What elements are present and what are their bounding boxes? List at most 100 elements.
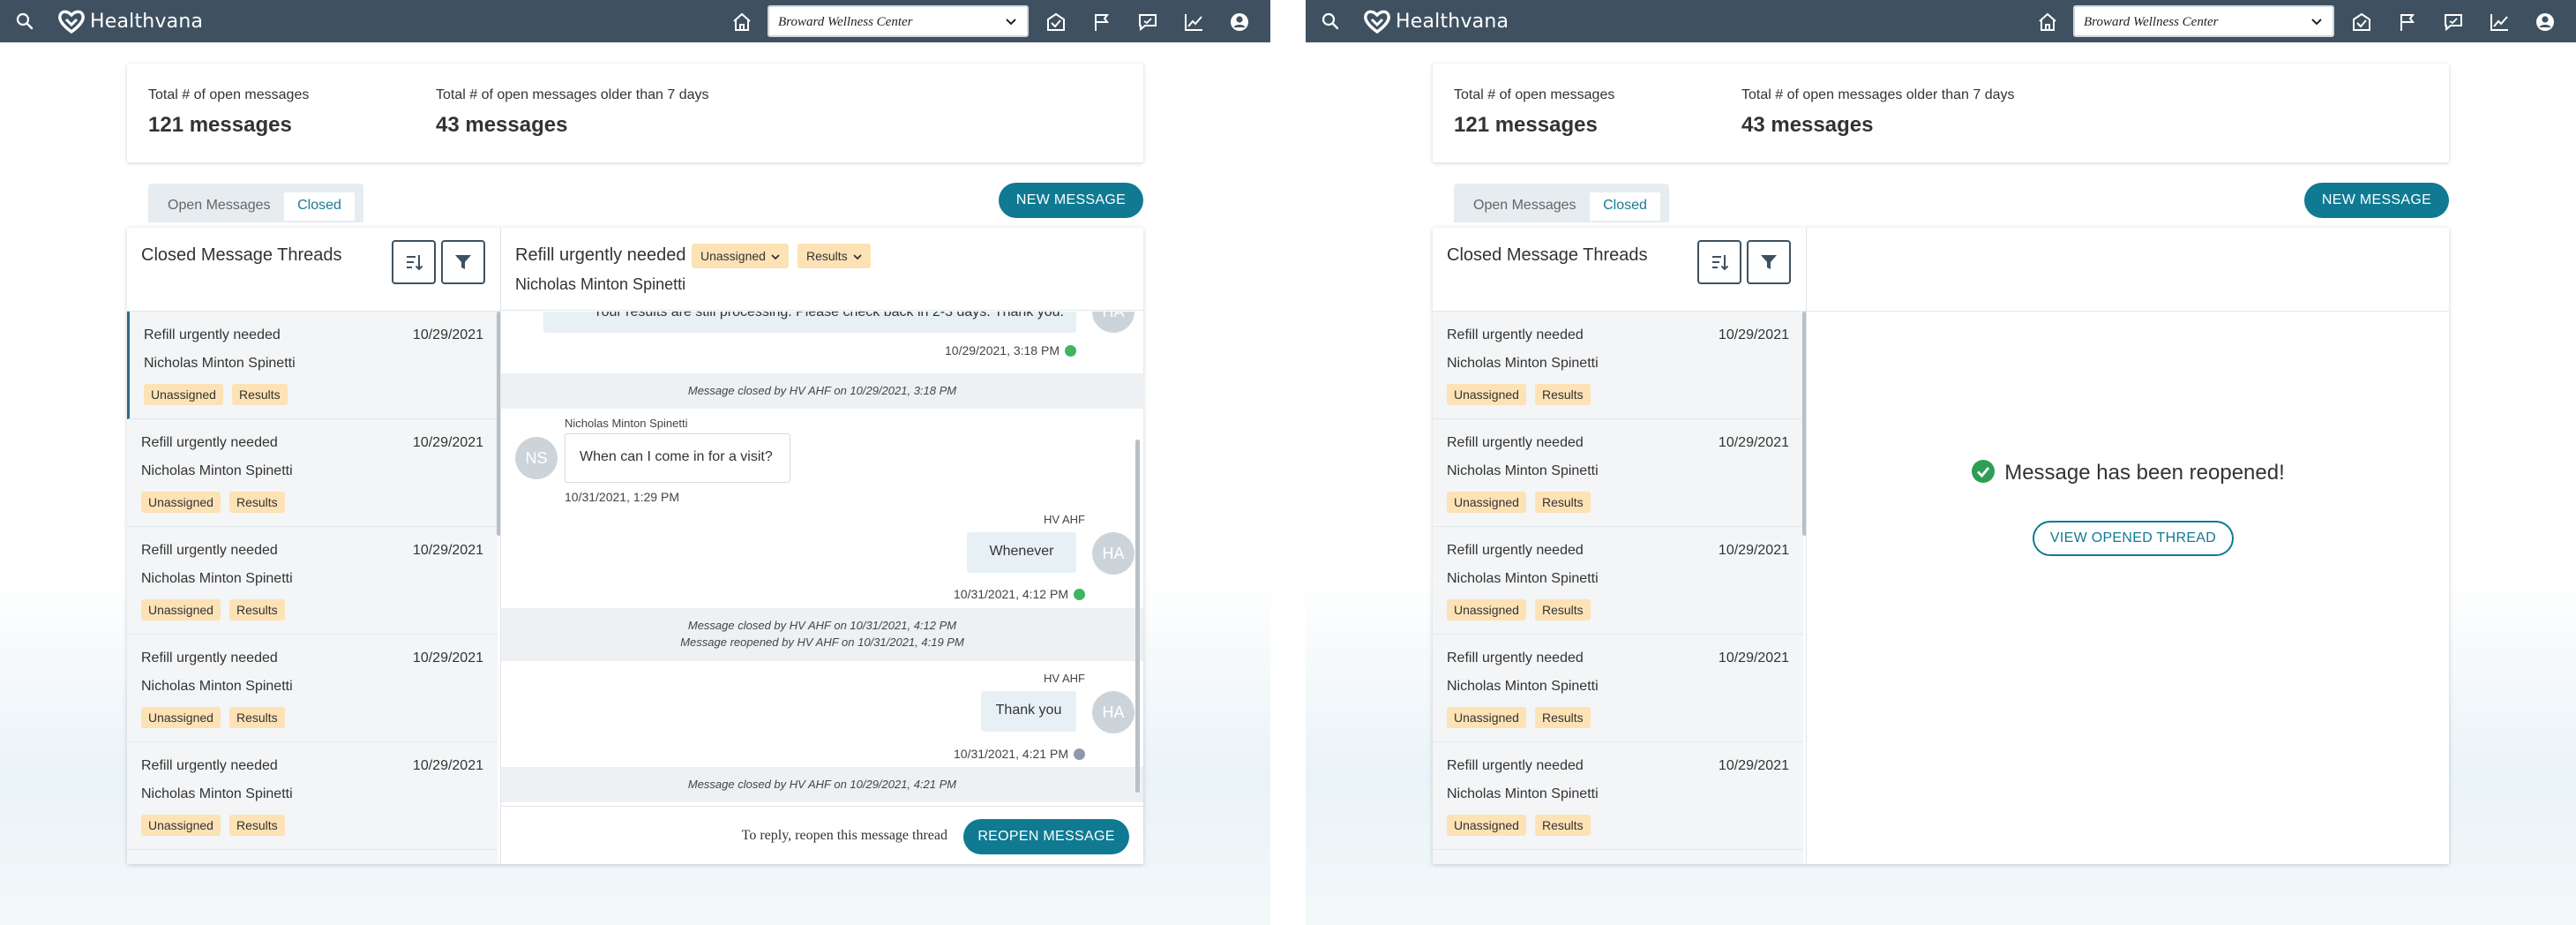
item-patient: Nicholas Minton Spinetti — [141, 571, 293, 586]
inbox-check-icon[interactable] — [1045, 11, 1067, 34]
list-item[interactable]: Refill urgently needed 10/29/2021 Nichol… — [127, 312, 498, 419]
thread-list[interactable]: Refill urgently needed 10/29/2021 Nichol… — [127, 312, 500, 864]
account-icon[interactable] — [1228, 11, 1251, 34]
list-item[interactable]: Refill urgently needed 10/29/2021 Nichol… — [127, 635, 498, 742]
view-opened-thread-button[interactable]: VIEW OPENED THREAD — [2033, 521, 2234, 556]
search-icon[interactable] — [14, 11, 35, 32]
chat-icon[interactable] — [1136, 11, 1159, 34]
assignee-badge: Unassigned — [1447, 599, 1526, 620]
tab-closed[interactable]: Closed — [1590, 192, 1660, 221]
check-circle-icon — [1972, 460, 1996, 483]
location-value: Broward Wellness Center — [778, 15, 913, 29]
thread-pane: Refill urgently needed Unassigned Result… — [501, 228, 1143, 864]
stats-card: Total # of open messages 121 messages To… — [1433, 64, 2449, 162]
reopen-message-button[interactable]: REOPEN MESSAGE — [963, 819, 1129, 854]
screen-reopened-confirmation: Healthvana Broward Wellness Center Total… — [1306, 0, 2576, 925]
screen-thread-view: Healthvana Broward Wellness Center Total… — [0, 0, 1270, 925]
location-select[interactable]: Broward Wellness Center — [768, 5, 1029, 37]
new-message-button[interactable]: NEW MESSAGE — [999, 183, 1143, 218]
list-item[interactable]: Refill urgently needed 10/29/2021 Nichol… — [1433, 742, 1803, 850]
thread-scrollbar[interactable] — [1135, 440, 1140, 793]
message-timestamp: 10/31/2021, 4:21 PM — [954, 747, 1085, 761]
item-subject: Refill urgently needed — [1447, 758, 1584, 773]
message-bubble: Your results are still processing. Pleas… — [543, 312, 1076, 333]
new-message-button[interactable]: NEW MESSAGE — [2304, 183, 2449, 218]
brand-logo[interactable]: Healthvana — [58, 7, 203, 35]
brand-name: Healthvana — [90, 10, 204, 33]
list-item[interactable]: Refill urgently needed 10/29/2021 Nichol… — [1433, 312, 1803, 419]
older-messages-label: Total # of open messages older than 7 da… — [1741, 87, 2015, 102]
chart-icon[interactable] — [1182, 11, 1205, 34]
item-patient: Nicholas Minton Spinetti — [1447, 786, 1599, 801]
location-value: Broward Wellness Center — [2084, 15, 2219, 29]
sort-button[interactable] — [392, 240, 436, 284]
sort-button[interactable] — [1697, 240, 1741, 284]
location-select[interactable]: Broward Wellness Center — [2073, 5, 2334, 37]
tab-closed[interactable]: Closed — [284, 192, 355, 221]
category-badge: Results — [229, 492, 285, 513]
item-date: 10/29/2021 — [1718, 758, 1789, 773]
top-bar: Healthvana Broward Wellness Center — [0, 0, 1270, 42]
timestamp-text: 10/31/2021, 4:21 PM — [954, 747, 1068, 761]
list-item[interactable]: Refill urgently needed 10/29/2021 Nichol… — [127, 742, 498, 850]
messages-card: Closed Message Threads Refill urgently n… — [127, 228, 1143, 864]
filter-button[interactable] — [441, 240, 485, 284]
assignee-badge: Unassigned — [1447, 384, 1526, 405]
stage: Healthvana Broward Wellness Center Total… — [0, 0, 2576, 925]
thread-list-pane: Closed Message Threads Refill urgently n… — [1433, 228, 1807, 864]
home-icon[interactable] — [730, 11, 753, 34]
brand-logo[interactable]: Healthvana — [1364, 7, 1509, 35]
item-patient: Nicholas Minton Spinetti — [1447, 463, 1599, 478]
list-item[interactable]: Refill urgently needed 10/29/2021 Nichol… — [1433, 419, 1803, 527]
category-dropdown[interactable]: Results — [798, 244, 871, 268]
confirmation-text: Message has been reopened! — [2004, 461, 2285, 485]
thread-messages[interactable]: Your results are still processing. Pleas… — [501, 312, 1143, 806]
chat-icon[interactable] — [2442, 11, 2465, 34]
timestamp-text: 10/29/2021, 3:18 PM — [945, 343, 1060, 357]
chevron-down-icon — [771, 254, 780, 260]
chevron-down-icon — [1006, 19, 1016, 26]
item-patient: Nicholas Minton Spinetti — [141, 463, 293, 478]
flag-icon[interactable] — [2396, 11, 2419, 34]
message-timestamp: 10/29/2021, 3:18 PM — [945, 343, 1076, 357]
message-sender: Nicholas Minton Spinetti — [565, 417, 688, 430]
item-patient: Nicholas Minton Spinetti — [144, 356, 296, 371]
account-icon[interactable] — [2534, 11, 2557, 34]
tab-open-messages[interactable]: Open Messages — [1466, 192, 1584, 221]
open-messages-label: Total # of open messages — [1454, 87, 1615, 102]
tab-open-messages[interactable]: Open Messages — [161, 192, 278, 221]
heart-logo-icon — [58, 10, 85, 34]
heart-logo-icon — [1364, 10, 1390, 34]
inbox-check-icon[interactable] — [2350, 11, 2373, 34]
thread-list[interactable]: Refill urgently needed 10/29/2021 Nichol… — [1433, 312, 1806, 864]
item-date: 10/29/2021 — [412, 543, 483, 558]
category-badge: Results — [1535, 384, 1591, 405]
item-patient: Nicholas Minton Spinetti — [141, 679, 293, 694]
item-date: 10/29/2021 — [1718, 435, 1789, 450]
stats-card: Total # of open messages 121 messages To… — [127, 64, 1143, 162]
item-subject: Refill urgently needed — [141, 543, 278, 558]
list-item[interactable]: Refill urgently needed 10/29/2021 Nichol… — [127, 419, 498, 527]
filter-button[interactable] — [1747, 240, 1791, 284]
list-item[interactable] — [1433, 850, 1803, 864]
home-icon[interactable] — [2036, 11, 2059, 34]
list-item[interactable]: Refill urgently needed 10/29/2021 Nichol… — [127, 527, 498, 635]
sent-status-icon — [1074, 748, 1085, 760]
message-timestamp: 10/31/2021, 4:12 PM — [954, 587, 1085, 601]
reply-hint: To reply, reopen this message thread — [741, 828, 947, 843]
system-event: Message closed by HV AHF on 10/29/2021, … — [501, 373, 1143, 409]
list-item[interactable]: Refill urgently needed 10/29/2021 Nichol… — [1433, 635, 1803, 742]
chart-icon[interactable] — [2488, 11, 2511, 34]
item-date: 10/29/2021 — [1718, 543, 1789, 558]
category-badge: Results — [229, 599, 285, 620]
flag-icon[interactable] — [1090, 11, 1113, 34]
assignee-dropdown[interactable]: Unassigned — [692, 244, 789, 268]
thread-patient: Nicholas Minton Spinetti — [515, 275, 686, 293]
item-date: 10/29/2021 — [412, 435, 483, 450]
search-icon[interactable] — [1320, 11, 1341, 32]
item-date: 10/29/2021 — [412, 651, 483, 666]
list-item[interactable]: Refill urgently needed 10/29/2021 Nichol… — [1433, 527, 1803, 635]
assignee-badge: Unassigned — [1447, 492, 1526, 513]
list-item[interactable] — [127, 850, 498, 864]
top-bar: Healthvana Broward Wellness Center — [1306, 0, 2576, 42]
